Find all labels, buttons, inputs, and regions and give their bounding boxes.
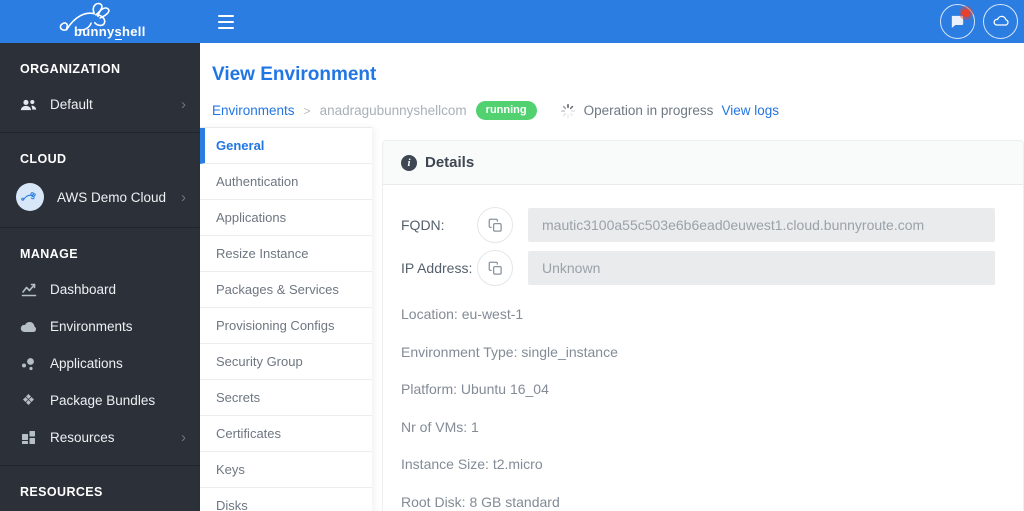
detail-location: Location: eu-west-1 (401, 306, 524, 322)
subnav-item-applications[interactable]: Applications (200, 200, 372, 236)
subnav-item-resize-instance[interactable]: Resize Instance (200, 236, 372, 272)
dots-cluster-icon (20, 357, 37, 371)
sidebar-item-aws-demo-cloud[interactable]: AWS Demo Cloud › (0, 176, 200, 218)
sidebar-item-label: Applications (50, 356, 123, 371)
notification-dot (962, 9, 970, 17)
subnav-item-general[interactable]: General (200, 128, 372, 164)
section-header: MANAGE (20, 247, 78, 261)
sidebar-section-manage: MANAGE Dashboard Environments Applicatio… (0, 227, 200, 465)
spinner-icon (560, 103, 575, 118)
cloud-icon (993, 15, 1009, 26)
subnav-item-authentication[interactable]: Authentication (200, 164, 372, 200)
sidebar-item-label: Resources (50, 430, 115, 445)
section-header: ORGANIZATION (20, 62, 121, 76)
grid-squares-icon (20, 430, 37, 445)
detail-root-disk: Root Disk: 8 GB standard (401, 493, 560, 510)
ip-address-value: Unknown (528, 251, 995, 285)
notifications-chat-button[interactable] (940, 4, 975, 39)
status-badge: running (475, 101, 537, 120)
chevron-right-icon: › (181, 429, 186, 446)
chart-line-icon (20, 283, 37, 297)
breadcrumb-current: anadragubunnyshellcom (319, 103, 467, 118)
details-title: Details (425, 154, 475, 171)
view-logs-link[interactable]: View logs (721, 103, 779, 118)
sidebar-item-package-bundles[interactable]: ❖ Package Bundles (0, 382, 200, 419)
rabbit-avatar (16, 183, 44, 211)
operation-text: Operation in progress (583, 103, 714, 118)
sidebar-section-cloud: CLOUD AWS Demo Cloud › (0, 132, 200, 227)
chevron-right-icon: › (181, 96, 186, 113)
ip-address-row: IP Address: Unknown (401, 250, 995, 286)
cloud-status-button[interactable] (983, 4, 1018, 39)
copy-ip-button[interactable] (477, 250, 513, 286)
copy-fqdn-button[interactable] (477, 207, 513, 243)
info-icon: i (401, 154, 417, 171)
subnav-item-certificates[interactable]: Certificates (200, 416, 372, 452)
section-header: RESOURCES (20, 485, 103, 499)
subnav-item-disks[interactable]: Disks (200, 488, 372, 511)
breadcrumb-separator: > (303, 103, 311, 118)
sidebar-item-label: Dashboard (50, 282, 117, 297)
topbar-actions (940, 4, 1024, 39)
copy-icon (488, 218, 502, 232)
subnav-item-provisioning-configs[interactable]: Provisioning Configs (200, 308, 372, 344)
copy-icon (488, 261, 502, 275)
brand-name: bunnyshell (74, 24, 146, 40)
environment-subnav: General Authentication Applications Resi… (200, 127, 372, 511)
section-header: CLOUD (20, 152, 67, 166)
sidebar-item-resources[interactable]: Resources › (0, 419, 200, 456)
subnav-item-packages-services[interactable]: Packages & Services (200, 272, 372, 308)
breadcrumb-environments-link[interactable]: Environments (212, 103, 295, 118)
brand-logo[interactable]: bunnyshell (0, 0, 200, 43)
sidebar-item-label: Environments (50, 319, 133, 334)
hamburger-menu-icon[interactable] (218, 14, 238, 29)
subnav-item-secrets[interactable]: Secrets (200, 380, 372, 416)
sidebar-item-environments[interactable]: Environments (0, 308, 200, 345)
fqdn-label: FQDN: (401, 217, 445, 233)
users-icon (20, 98, 37, 112)
detail-environment-type: Environment Type: single_instance (401, 343, 618, 360)
ip-address-label: IP Address: (401, 260, 473, 276)
app-window: bunnyshell ORGANIZATION Default › CLOUD … (0, 0, 1024, 511)
sidebar-item-default-organization[interactable]: Default › (0, 86, 200, 123)
sidebar-item-applications[interactable]: Applications (0, 345, 200, 382)
cloud-icon (20, 321, 37, 333)
subnav-item-security-group[interactable]: Security Group (200, 344, 372, 380)
chevron-right-icon: › (181, 188, 186, 206)
detail-platform: Platform: Ubuntu 16_04 (401, 381, 549, 397)
sidebar-item-label: Default (50, 97, 93, 112)
subnav-item-keys[interactable]: Keys (200, 452, 372, 488)
fqdn-row: FQDN: mautic3100a55c503e6b6ead0euwest1.c… (401, 207, 995, 243)
operation-status: Operation in progress View logs (560, 103, 779, 119)
breadcrumb: Environments > anadragubunnyshellcom run… (212, 101, 1024, 120)
detail-lines: Location: eu-west-1 Environment Type: si… (401, 306, 995, 510)
sidebar-item-label: Package Bundles (50, 393, 156, 408)
sidebar-section-resources: RESOURCES One Click Apps (0, 465, 200, 511)
package-diamond-icon: ❖ (21, 392, 36, 409)
sidebar-section-organization: ORGANIZATION Default › (0, 43, 200, 132)
detail-instance-size: Instance Size: t2.micro (401, 456, 543, 472)
sidebar: ORGANIZATION Default › CLOUD AWS Demo Cl… (0, 43, 200, 511)
page-title: View Environment (212, 64, 377, 85)
topbar: bunnyshell (0, 0, 1024, 43)
main-content: View Environment Environments > anadragu… (200, 43, 1024, 511)
sidebar-item-label: AWS Demo Cloud (57, 189, 167, 205)
details-card: i Details FQDN: mautic3100a55c503e6b6ead… (382, 140, 1024, 511)
fqdn-value: mautic3100a55c503e6b6ead0euwest1.cloud.b… (528, 208, 995, 242)
details-card-header: i Details (383, 141, 1023, 185)
details-card-body: FQDN: mautic3100a55c503e6b6ead0euwest1.c… (383, 185, 1023, 511)
sidebar-item-dashboard[interactable]: Dashboard (0, 271, 200, 308)
detail-nr-of-vms: Nr of VMs: 1 (401, 418, 479, 435)
